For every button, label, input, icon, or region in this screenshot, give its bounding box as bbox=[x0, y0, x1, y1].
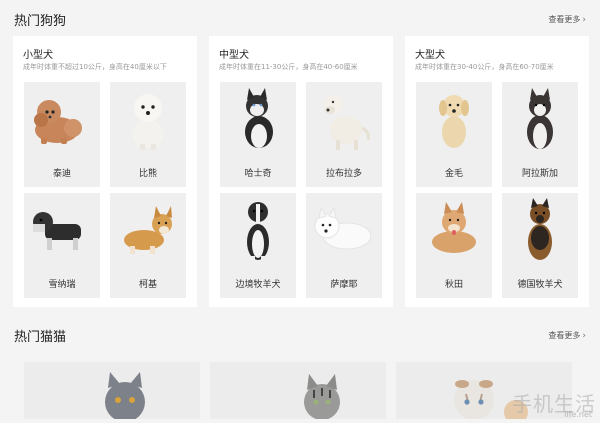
husky-dog-image bbox=[220, 82, 296, 158]
breed-label: 萨摩耶 bbox=[330, 280, 358, 290]
chevron-right-icon: › bbox=[582, 330, 586, 341]
akita-dog-image bbox=[416, 193, 492, 269]
cats-more-label: 查看更多 bbox=[548, 331, 581, 340]
breed-label: 比熊 bbox=[138, 169, 157, 179]
breed-label: 拉布拉多 bbox=[325, 169, 362, 179]
dogs-section-header: 热门狗狗 查看更多 › bbox=[14, 10, 586, 29]
watermark-subtext: life.net bbox=[564, 410, 592, 419]
labrador-dog-image bbox=[306, 82, 382, 158]
panel-medium-dogs: 中型犬 成年时体重在11-30公斤，身高在40-60厘米 哈士奇 拉布拉多 边境… bbox=[209, 36, 393, 307]
cat-card-american-shorthair[interactable] bbox=[210, 362, 386, 420]
panel-title: 小型犬 bbox=[23, 50, 53, 61]
golden-retriever-dog-image bbox=[416, 82, 492, 158]
tabby-cat-image bbox=[304, 374, 340, 420]
breed-label: 哈士奇 bbox=[244, 169, 272, 179]
panel-small-dogs: 小型犬 成年时体重不超过10公斤，身高在40厘米以下 泰迪 比熊 雪纳瑞 柯基 bbox=[13, 36, 197, 307]
border-collie-dog-image bbox=[220, 193, 296, 269]
breed-card-alaskan-malamute[interactable]: 阿拉斯加 bbox=[502, 82, 578, 187]
panel-title: 中型犬 bbox=[219, 50, 249, 61]
breed-card-german-shepherd[interactable]: 德国牧羊犬 bbox=[502, 193, 578, 298]
breed-card-labrador[interactable]: 拉布拉多 bbox=[306, 82, 382, 187]
schnauzer-dog-image bbox=[24, 193, 100, 269]
cat-cards-row bbox=[24, 362, 590, 423]
breed-card-schnauzer[interactable]: 雪纳瑞 bbox=[24, 193, 100, 298]
dogs-more-link[interactable]: 查看更多 › bbox=[548, 14, 586, 25]
german-shepherd-dog-image bbox=[502, 193, 578, 269]
breed-card-akita[interactable]: 秋田 bbox=[416, 193, 492, 298]
breed-label: 柯基 bbox=[138, 280, 157, 290]
breed-label: 秋田 bbox=[444, 280, 463, 290]
breed-label: 德国牧羊犬 bbox=[517, 280, 563, 290]
breed-card-bichon[interactable]: 比熊 bbox=[110, 82, 186, 187]
cats-section-title: 热门猫猫 bbox=[14, 330, 67, 345]
teddy-dog-image bbox=[24, 82, 100, 158]
chevron-right-icon: › bbox=[582, 14, 586, 25]
breed-card-golden-retriever[interactable]: 金毛 bbox=[416, 82, 492, 187]
corgi-dog-image bbox=[110, 193, 186, 269]
breed-label: 雪纳瑞 bbox=[48, 280, 76, 290]
breed-card-teddy[interactable]: 泰迪 bbox=[24, 82, 100, 187]
dogs-more-label: 查看更多 bbox=[548, 15, 581, 24]
cats-section-header: 热门猫猫 查看更多 › bbox=[14, 326, 586, 345]
cat-card-british-shorthair[interactable] bbox=[24, 362, 200, 422]
panel-description: 成年时体重在30-40公斤，身高在60-70厘米 bbox=[415, 63, 554, 71]
gray-cat-image bbox=[105, 372, 145, 422]
breed-label: 边境牧羊犬 bbox=[235, 280, 281, 290]
panel-title: 大型犬 bbox=[415, 50, 445, 61]
panel-large-dogs: 大型犬 成年时体重在30-40公斤，身高在60-70厘米 金毛 阿拉斯加 秋田 … bbox=[405, 36, 589, 307]
panel-description: 成年时体重不超过10公斤，身高在40厘米以下 bbox=[23, 63, 167, 71]
dogs-section-title: 热门狗狗 bbox=[14, 14, 67, 29]
panel-description: 成年时体重在11-30公斤，身高在40-60厘米 bbox=[219, 63, 358, 71]
alaskan-malamute-dog-image bbox=[502, 82, 578, 158]
samoyed-dog-image bbox=[306, 193, 382, 269]
breed-card-samoyed[interactable]: 萨摩耶 bbox=[306, 193, 382, 298]
dog-size-panels: 小型犬 成年时体重不超过10公斤，身高在40厘米以下 泰迪 比熊 雪纳瑞 柯基 … bbox=[13, 36, 589, 307]
breed-card-husky[interactable]: 哈士奇 bbox=[220, 82, 296, 187]
breed-label: 阿拉斯加 bbox=[521, 169, 558, 179]
breed-card-border-collie[interactable]: 边境牧羊犬 bbox=[220, 193, 296, 298]
cats-more-link[interactable]: 查看更多 › bbox=[548, 330, 586, 341]
breed-card-corgi[interactable]: 柯基 bbox=[110, 193, 186, 298]
breed-label: 泰迪 bbox=[52, 169, 71, 179]
bichon-dog-image bbox=[110, 82, 186, 158]
breed-label: 金毛 bbox=[444, 169, 463, 179]
